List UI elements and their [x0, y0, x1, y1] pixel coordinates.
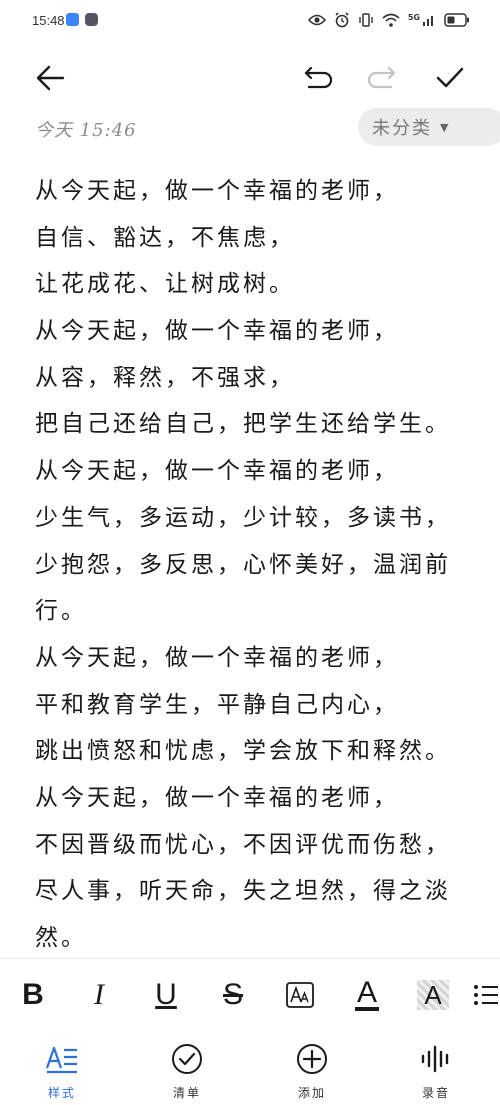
note-line: 少生气，多运动，少计较，多读书，	[35, 504, 451, 531]
back-button[interactable]	[28, 50, 72, 106]
note-line: 把自己还给自己，把学生还给学生。	[35, 411, 451, 438]
checklist-icon	[170, 1040, 204, 1078]
text-color-icon: A	[355, 976, 379, 1011]
font-size-icon	[286, 982, 314, 1008]
alarm-icon	[335, 12, 349, 28]
status-bar: 15:48 5G	[0, 0, 500, 46]
note-line: 行。	[35, 598, 87, 625]
signal-icon	[423, 16, 433, 26]
note-line: 从今天起，做一个幸福的老师，	[35, 644, 399, 671]
underline-icon: U	[155, 978, 177, 1011]
arrow-left-icon	[36, 65, 65, 91]
wifi-icon	[382, 13, 400, 27]
note-line: 跳出愤怒和忧虑，学会放下和释然。	[35, 738, 451, 765]
redo-button[interactable]	[360, 50, 404, 106]
note-line: 从今天起，做一个幸福的老师，	[35, 318, 399, 345]
caret-down-icon: ▼	[440, 120, 449, 134]
nav-voice[interactable]: 录音	[386, 1036, 486, 1105]
category-label: 未分类	[372, 118, 432, 139]
status-time: 15:48	[32, 13, 65, 28]
italic-button[interactable]: I	[74, 962, 124, 1028]
editor-toolbar	[0, 50, 500, 106]
note-line: 然。	[35, 925, 87, 951]
redo-icon	[367, 66, 396, 89]
bullet-list-icon	[474, 985, 498, 1005]
text-color-swatch	[355, 1007, 379, 1011]
format-bar: B I U S A A	[0, 962, 500, 1028]
note-date: 今天 15:46	[35, 120, 137, 141]
check-icon	[436, 67, 464, 88]
nav-add[interactable]: 添加	[262, 1036, 362, 1105]
status-system-icons: 5G	[307, 12, 470, 28]
note-line: 尽人事，听天命，失之坦然，得之淡	[35, 878, 451, 905]
nav-voice-label: 录音	[421, 1086, 450, 1100]
note-line: 从今天起，做一个幸福的老师，	[35, 178, 399, 204]
nav-checklist-label: 清单	[172, 1086, 201, 1100]
list-format-button[interactable]	[472, 962, 500, 1028]
text-color-button[interactable]: A	[342, 962, 392, 1028]
nav-style[interactable]: 样式	[12, 1036, 112, 1105]
note-line: 自信、豁达，不焦虑，	[35, 224, 295, 251]
italic-icon: I	[94, 978, 104, 1011]
bottom-nav: 样式 清单 添加 录音	[0, 1036, 500, 1105]
note-line: 少抱怨，多反思，心怀美好，温润前	[35, 551, 451, 578]
bold-button[interactable]: B	[8, 962, 58, 1028]
voice-record-icon	[419, 1040, 453, 1078]
battery-icon	[444, 13, 469, 27]
text-color-letter: A	[356, 976, 377, 1009]
eye-icon	[307, 14, 326, 26]
note-line: 从容，释然，不强求，	[35, 364, 295, 391]
cloud-app-icon	[66, 13, 79, 26]
font-size-button[interactable]	[275, 962, 325, 1028]
vibrate-icon	[359, 13, 373, 27]
note-line: 从今天起，做一个幸福的老师，	[35, 458, 399, 485]
note-body[interactable]: 从今天起，做一个幸福的老师， 自信、豁达，不焦虑， 让花成花、让树成树。 从今天起，做…	[35, 168, 485, 962]
add-icon	[295, 1040, 329, 1078]
note-line: 从今天起，做一个幸福的老师，	[35, 784, 399, 811]
highlight-letter: A	[424, 979, 442, 1010]
category-selector[interactable]: 未分类 ▼	[358, 108, 500, 146]
note-line: 让花成花、让树成树。	[35, 271, 295, 298]
undo-button[interactable]	[296, 50, 340, 106]
nav-style-label: 样式	[47, 1086, 76, 1100]
nav-checklist[interactable]: 清单	[137, 1036, 237, 1105]
status-notification-icons	[66, 13, 98, 26]
underline-button[interactable]: U	[141, 962, 191, 1028]
undo-icon	[304, 66, 333, 89]
note-meta-row: 今天 15:46 未分类 ▼	[0, 108, 500, 148]
network-type-label: 5G	[407, 12, 420, 22]
text-style-icon	[45, 1040, 79, 1078]
shield-app-icon	[85, 13, 98, 26]
strikethrough-button[interactable]: S	[208, 962, 258, 1028]
nav-add-label: 添加	[297, 1086, 326, 1100]
strikethrough-icon: S	[222, 978, 243, 1011]
note-line: 不因晋级而忧心，不因评优而伤愁，	[35, 831, 451, 858]
highlight-button[interactable]: A	[408, 962, 458, 1028]
format-bar-divider	[0, 958, 500, 959]
bold-icon: B	[22, 978, 44, 1011]
note-line: 平和教育学生，平静自己内心，	[35, 691, 399, 718]
confirm-button[interactable]	[428, 50, 472, 106]
highlight-icon: A	[417, 980, 449, 1010]
